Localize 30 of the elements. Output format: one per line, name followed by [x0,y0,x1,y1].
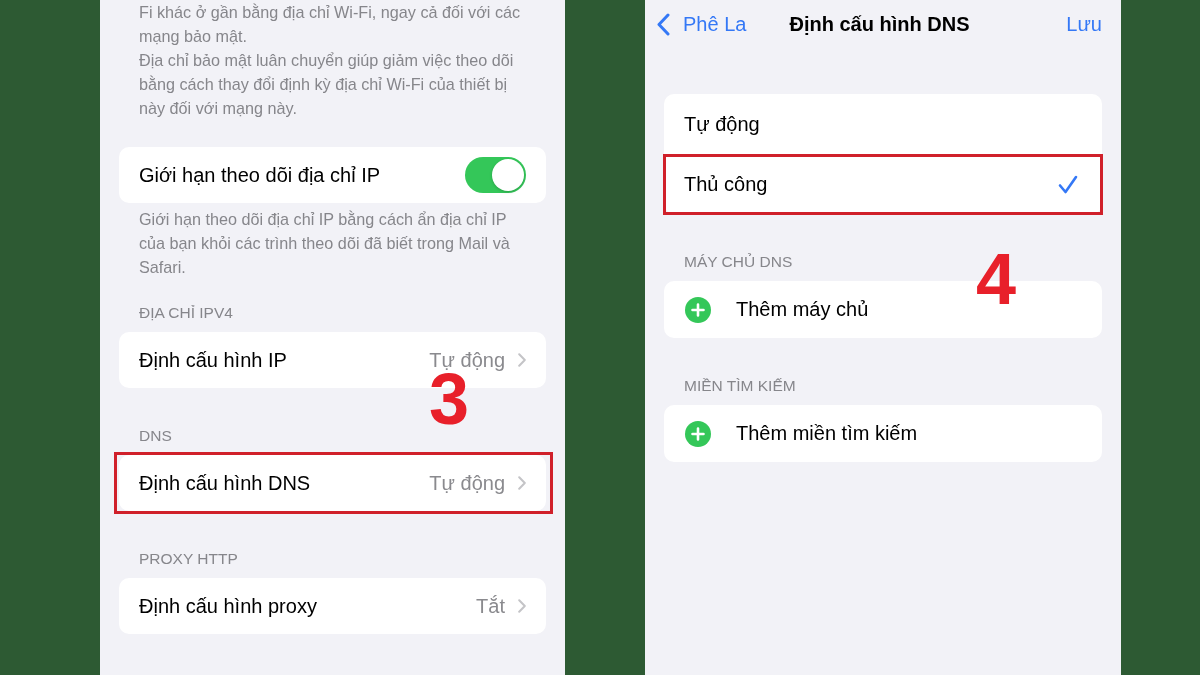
save-button[interactable]: Lưu [1066,12,1102,36]
chevron-right-icon [518,599,526,613]
row-value: Tự động [429,348,505,372]
section-header: MÁY CHỦ DNS [684,253,793,271]
section-header: DNS [139,427,172,445]
add-row[interactable]: Thêm miền tìm kiếm [685,405,1102,462]
section-header: MIỀN TÌM KIẾM [684,377,796,395]
row-value: Tắt [476,594,505,618]
step-number: 4 [976,252,1017,306]
section-header: ĐỊA CHỈ IPV4 [139,304,233,322]
screen-title: Định cấu hình DNS [789,12,970,36]
chevron-left-icon [657,12,670,36]
row-value: Tự động [429,471,505,495]
back-button[interactable]: Phê La [657,12,747,36]
plus-circle-icon [685,420,711,447]
chevron-right-icon [518,353,526,367]
plus-circle-icon [685,296,711,323]
option-row[interactable]: Thủ công [684,154,1102,214]
settings-row[interactable]: Định cấu hình DNS Tự động [139,455,546,511]
step-number: 3 [429,372,470,426]
toggle-switch[interactable] [465,157,526,193]
row-label: Giới hạn theo dõi địa chỉ IP [139,163,381,187]
option-row[interactable]: Tự động [684,94,1102,154]
footnote-text: Fi khác ở gần bằng địa chỉ Wi-Fi, ngay cả đối với các mạng bảo mật. [139,2,522,47]
section-header: PROXY HTTP [139,550,238,568]
settings-row[interactable]: Định cấu hình proxy Tắt [139,578,546,634]
chevron-right-icon [518,476,526,490]
footnote-text: Giới hạn theo dõi địa chỉ IP bằng cách ẩn địa chỉ IP của bạn khỏi các trình theo dõi đã biết trong Mail và Safari. [138,209,511,278]
checkmark-icon [1058,175,1078,194]
footnote-text: Địa chỉ bảo mật luân chuyển giúp giảm việc theo dõi bằng cách thay đổi định kỳ địa chỉ Wi-Fi của thiết bị này đối với mạng này. [139,50,515,119]
